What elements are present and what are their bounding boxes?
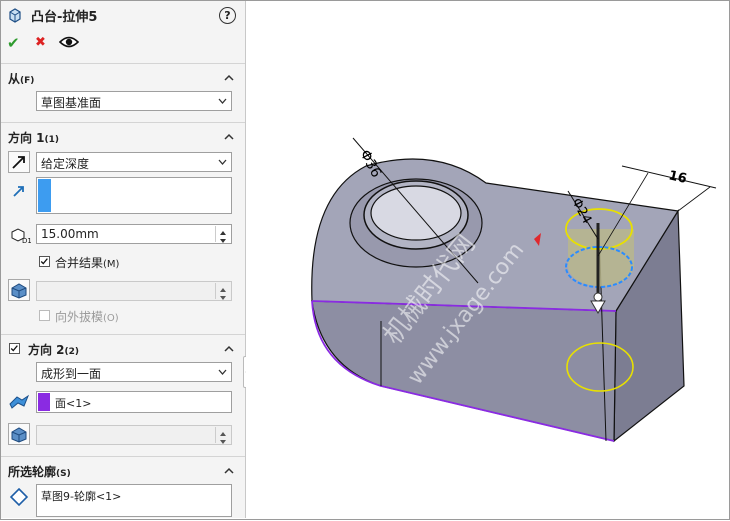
selection-color-swatch bbox=[38, 393, 50, 411]
direction2-end-condition-select[interactable]: 成形到一面 bbox=[36, 362, 232, 382]
model-view[interactable]: Φ36 Φ24 16 机械时代网 www.jxage.com bbox=[246, 1, 728, 518]
spin-down-button[interactable] bbox=[215, 291, 230, 300]
merge-result-label: 合并结果(M) bbox=[55, 256, 120, 270]
chevron-up-icon[interactable] bbox=[224, 466, 234, 476]
extrude-boss-icon bbox=[9, 8, 21, 23]
chevron-down-icon bbox=[218, 159, 227, 165]
draft-button-2[interactable] bbox=[8, 423, 30, 445]
cancel-icon[interactable]: ✖ bbox=[35, 35, 46, 50]
reverse-direction-button[interactable] bbox=[8, 151, 30, 173]
ok-icon[interactable]: ✔ bbox=[7, 34, 20, 52]
draft-angle-input-2[interactable] bbox=[36, 425, 232, 445]
depth-input[interactable]: 15.00mm bbox=[36, 224, 232, 244]
feature-title: 凸台-拉伸5 bbox=[31, 10, 98, 25]
draft-outward-checkbox[interactable] bbox=[39, 310, 50, 321]
chevron-up-icon[interactable] bbox=[224, 73, 234, 83]
extrude-preview-body bbox=[568, 229, 634, 287]
from-select[interactable]: 草图基准面 bbox=[36, 91, 232, 111]
extension-line bbox=[677, 186, 711, 212]
chevron-up-icon[interactable] bbox=[224, 344, 234, 354]
direction2-checkbox[interactable] bbox=[9, 343, 20, 354]
chevron-down-icon bbox=[218, 369, 227, 375]
merge-result-checkbox[interactable] bbox=[39, 256, 50, 267]
direction1-end-condition-select[interactable]: 给定深度 bbox=[36, 152, 232, 172]
dim-length[interactable]: 16 bbox=[667, 168, 688, 187]
property-manager: 凸台-拉伸5 ? ✔ ✖ 从(F) 草图基准面 方向 1(1) 给定深度 D1 … bbox=[1, 1, 246, 518]
draft-button[interactable] bbox=[8, 279, 30, 301]
direction-vector-field[interactable] bbox=[36, 177, 232, 214]
graphics-viewport[interactable]: Φ36 Φ24 16 机械时代网 www.jxage.com bbox=[246, 1, 728, 518]
direction-vector-icon bbox=[13, 186, 24, 197]
spin-up-button[interactable] bbox=[215, 427, 230, 436]
divider bbox=[1, 63, 245, 64]
chevron-up-icon[interactable] bbox=[224, 132, 234, 142]
direction2-group-title[interactable]: 方向 2(2) bbox=[28, 341, 79, 358]
selection-color-swatch bbox=[38, 179, 51, 212]
drag-handle-knob[interactable] bbox=[593, 292, 603, 302]
face-selection-icon bbox=[9, 394, 30, 409]
direction1-group-title[interactable]: 方向 1(1) bbox=[8, 129, 59, 146]
spin-down-button[interactable] bbox=[215, 435, 230, 444]
contour-diamond-icon bbox=[10, 488, 28, 506]
direction2-face-field[interactable]: 面<1> bbox=[36, 391, 232, 413]
chevron-down-icon bbox=[218, 98, 227, 104]
reverse-arrow-icon bbox=[12, 156, 25, 169]
svg-text:D1: D1 bbox=[22, 237, 31, 244]
draft-icon bbox=[11, 283, 27, 299]
feature-titlebar: 凸台-拉伸5 ? bbox=[1, 1, 245, 29]
draft-angle-input[interactable] bbox=[36, 281, 232, 301]
spin-down-button[interactable] bbox=[215, 234, 230, 243]
help-icon[interactable]: ? bbox=[219, 7, 236, 24]
spin-up-button[interactable] bbox=[215, 226, 230, 235]
selected-contours-list[interactable]: 草图9-轮廓<1> bbox=[36, 484, 232, 517]
contours-group-title[interactable]: 所选轮廓(S) bbox=[8, 463, 71, 480]
divider bbox=[1, 122, 245, 123]
face-selection-value: 面<1> bbox=[55, 397, 92, 410]
depth-icon: D1 bbox=[11, 228, 31, 244]
from-group-title[interactable]: 从(F) bbox=[8, 70, 34, 87]
preview-eye-icon[interactable] bbox=[59, 35, 79, 49]
divider bbox=[1, 334, 245, 335]
spin-up-button[interactable] bbox=[215, 283, 230, 292]
draft-outward-label: 向外拔模(O) bbox=[55, 310, 119, 324]
boss-hole[interactable] bbox=[370, 185, 462, 241]
draft-icon bbox=[11, 427, 27, 443]
divider bbox=[1, 456, 245, 457]
contour-item[interactable]: 草图9-轮廓<1> bbox=[41, 488, 121, 504]
